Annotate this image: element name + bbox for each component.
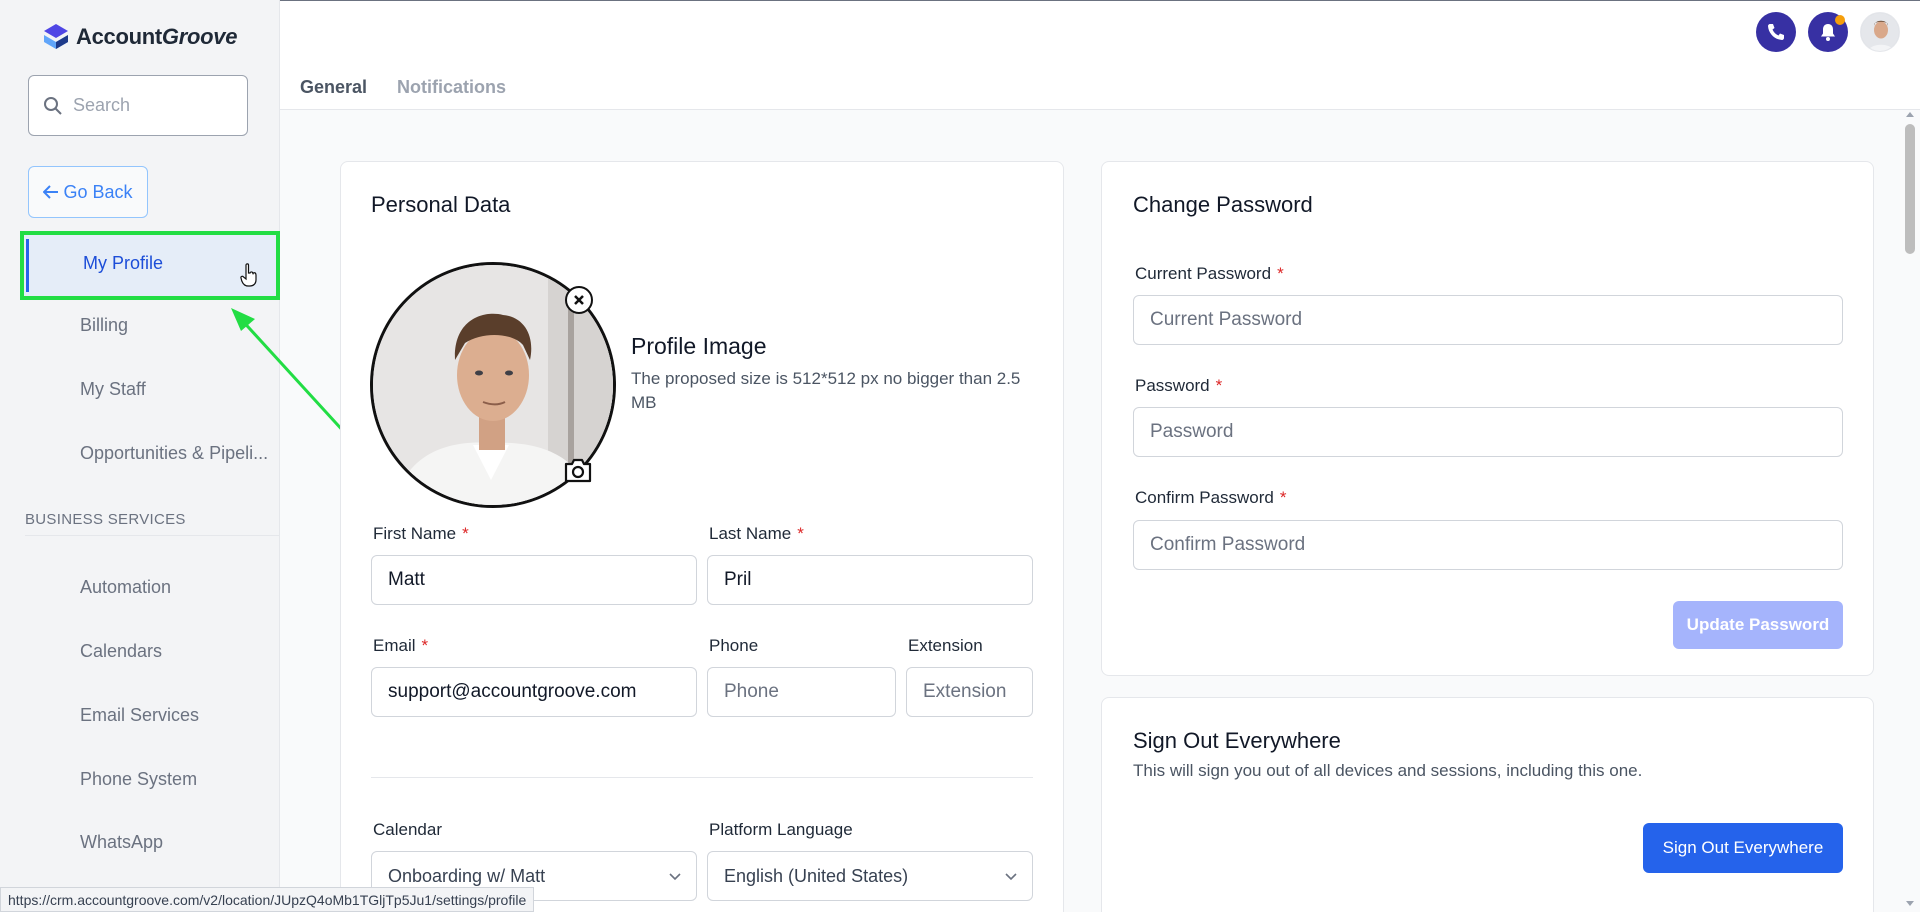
platform-language-select[interactable]: English (United States) — [707, 851, 1033, 901]
status-bar-url: https://crm.accountgroove.com/v2/locatio… — [0, 887, 535, 912]
calendar-label: Calendar — [373, 820, 442, 839]
sign-out-title: Sign Out Everywhere — [1133, 728, 1341, 753]
top-bar: General Notifications — [280, 0, 1920, 110]
remove-image-icon[interactable] — [565, 286, 593, 314]
change-password-title: Change Password — [1133, 192, 1313, 217]
chevron-down-icon — [1005, 873, 1017, 881]
sidebar-item-calendars[interactable]: Calendars — [80, 641, 162, 662]
first-name-label: First Name * — [373, 524, 469, 543]
go-back-button[interactable]: Go Back — [28, 166, 148, 218]
logo[interactable]: AccountGroove — [42, 22, 237, 52]
profile-image-title: Profile Image — [631, 333, 767, 359]
last-name-label: Last Name * — [709, 524, 804, 543]
search-input[interactable] — [73, 95, 233, 116]
bell-icon — [1821, 24, 1835, 41]
section-label-business-services: BUSINESS SERVICES — [25, 511, 186, 528]
avatar-photo — [1861, 13, 1899, 51]
notifications-button[interactable] — [1808, 12, 1848, 52]
sidebar-item-my-staff[interactable]: My Staff — [80, 379, 146, 400]
first-name-input[interactable]: Matt — [371, 555, 697, 605]
phone-button[interactable] — [1756, 12, 1796, 52]
platform-language-value: English (United States) — [724, 865, 909, 886]
logo-mark-icon — [44, 24, 68, 49]
form-divider — [371, 777, 1033, 778]
current-password-label: Current Password * — [1135, 264, 1284, 283]
tab-general[interactable]: General — [300, 77, 367, 98]
phone-label: Phone — [709, 636, 759, 655]
go-back-label: Go Back — [63, 181, 133, 202]
scroll-thumb[interactable] — [1905, 124, 1915, 254]
password-label: Password * — [1135, 376, 1223, 395]
current-password-input[interactable]: Current Password — [1133, 295, 1843, 345]
sidebar-item-email-services[interactable]: Email Services — [80, 705, 199, 726]
password-input[interactable]: Password — [1133, 407, 1843, 457]
pointer-cursor-icon — [240, 263, 257, 287]
user-avatar[interactable] — [1860, 12, 1900, 52]
extension-input[interactable]: Extension — [906, 667, 1033, 717]
sidebar-item-label: My Profile — [83, 253, 164, 273]
update-password-button[interactable]: Update Password — [1673, 601, 1843, 649]
calendar-value: Onboarding w/ Matt — [388, 865, 546, 886]
confirm-password-input[interactable]: Confirm Password — [1133, 520, 1843, 570]
notification-badge — [1835, 15, 1845, 25]
sidebar-item-automation[interactable]: Automation — [80, 577, 171, 598]
camera-icon[interactable] — [563, 456, 593, 484]
sidebar-item-phone-system[interactable]: Phone System — [80, 769, 197, 790]
email-label: Email * — [373, 636, 429, 655]
page-scrollbar[interactable] — [1900, 110, 1920, 912]
sidebar-search[interactable] — [28, 75, 248, 136]
search-icon — [44, 96, 62, 115]
sign-out-everywhere-button[interactable]: Sign Out Everywhere — [1643, 823, 1843, 873]
platform-language-label: Platform Language — [709, 820, 853, 839]
sign-out-description: This will sign you out of all devices an… — [1133, 761, 1643, 780]
phone-icon — [1768, 24, 1784, 40]
section-divider — [25, 535, 280, 536]
logo-text: AccountGroove — [76, 24, 238, 49]
email-input[interactable]: support@accountgroove.com — [371, 667, 697, 717]
phone-input[interactable]: Phone — [707, 667, 896, 717]
extension-label: Extension — [908, 636, 983, 655]
sidebar-item-billing[interactable]: Billing — [80, 315, 128, 336]
scroll-down-icon — [1906, 901, 1914, 906]
confirm-password-label: Confirm Password * — [1135, 488, 1287, 507]
active-indicator — [26, 239, 29, 292]
sidebar-item-whatsapp[interactable]: WhatsApp — [80, 832, 163, 853]
scroll-up-icon — [1906, 112, 1914, 117]
profile-image-hint: The proposed size is 512*512 px no bigge… — [631, 369, 1021, 412]
tab-notifications[interactable]: Notifications — [397, 77, 506, 98]
personal-data-title: Personal Data — [371, 192, 511, 217]
sidebar-item-my-profile[interactable]: My Profile — [20, 231, 280, 300]
chevron-down-icon — [669, 873, 681, 881]
arrow-left-icon — [43, 185, 59, 199]
last-name-input[interactable]: Pril — [707, 555, 1033, 605]
